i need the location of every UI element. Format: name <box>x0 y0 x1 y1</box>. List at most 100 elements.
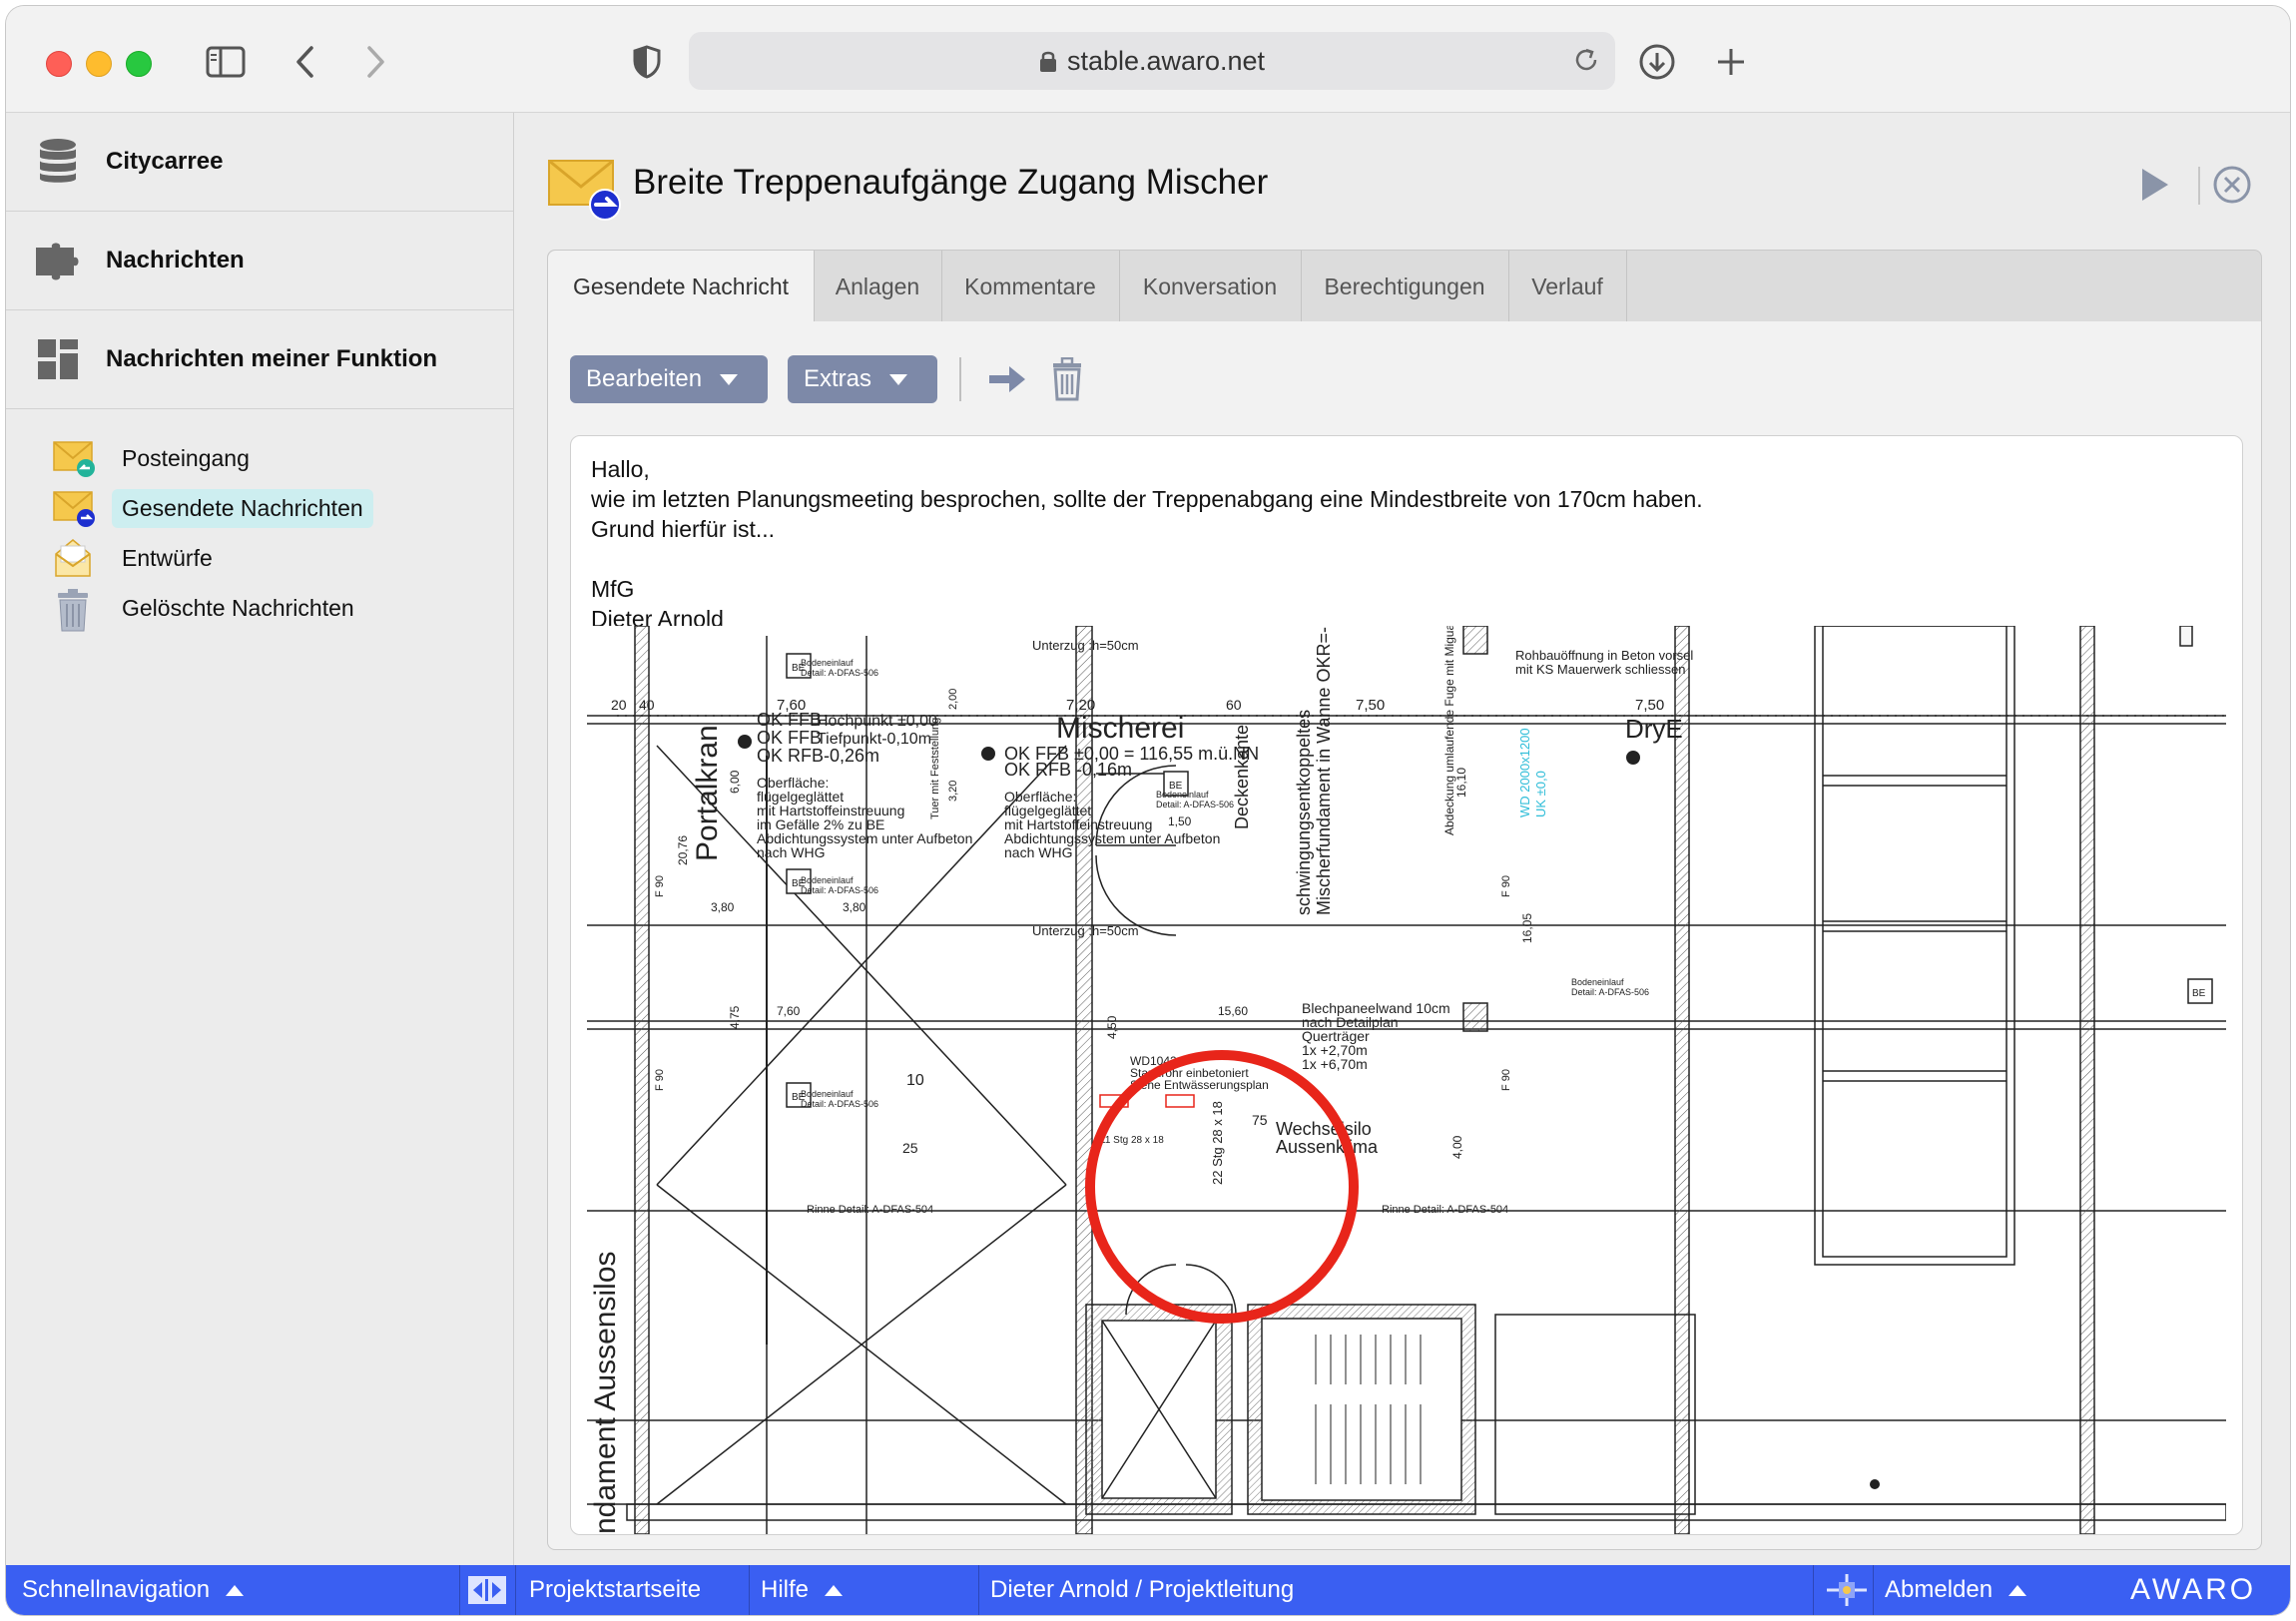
folder-label: Gesendete Nachrichten <box>112 488 373 528</box>
browser-window: stable.awaro.net Citycarree Nachrichten … <box>6 6 2290 1615</box>
sidebar-section-label: Citycarree <box>106 148 224 175</box>
footer-divider <box>978 1565 979 1615</box>
play-icon[interactable] <box>2138 165 2172 205</box>
toolbar-divider <box>959 357 961 401</box>
footer-divider <box>1873 1565 1874 1615</box>
plan-dimension: F 90 <box>1500 1069 1512 1091</box>
tab-kommentare[interactable]: Kommentare <box>941 251 1120 322</box>
trash-icon[interactable] <box>1051 357 1083 401</box>
sidebar-module-nachrichten[interactable]: Nachrichten <box>6 212 513 310</box>
message-line: Grund hierfür ist... <box>591 516 776 542</box>
projektstartseite-link[interactable]: Projektstartseite <box>529 1565 701 1615</box>
plan-label-be: BE <box>792 1092 806 1103</box>
plan-dimension: 4,75 <box>728 1005 742 1029</box>
extras-button[interactable]: Extras <box>788 355 937 403</box>
trash-icon <box>58 589 88 632</box>
plan-dimension: 7,50 <box>1635 697 1664 714</box>
plan-label-bodeneinlauf: Bodeneinlauf <box>801 658 854 668</box>
plan-dimension: 7,60 <box>777 697 806 714</box>
plan-label-be: BE <box>1169 781 1183 792</box>
network-icon[interactable] <box>1825 1565 1869 1615</box>
footer-bar: Schnellnavigation Projektstartseite Hilf… <box>6 1565 2290 1615</box>
chevron-up-icon <box>226 1584 245 1596</box>
reload-icon[interactable] <box>1571 45 1601 75</box>
plan-dimension: 7,20 <box>1066 697 1095 714</box>
download-icon[interactable] <box>1635 36 1679 88</box>
plan-label-be: BE <box>792 878 806 889</box>
plan-label-rohbau: mit KS Mauerwerk schliessen <box>1515 662 1686 677</box>
plan-dimension: 10 <box>906 1072 924 1089</box>
message-tabs: Gesendete Nachricht Anlagen Kommentare K… <box>547 250 2262 323</box>
draft-envelope-icon <box>55 539 91 577</box>
new-tab-icon[interactable] <box>1709 36 1753 88</box>
plan-label-deckenkante: Deckenkante <box>1232 725 1252 829</box>
browser-toolbar: stable.awaro.net <box>6 6 2290 113</box>
footer-divider <box>749 1565 750 1615</box>
sidebar-section-label: Nachrichten <box>106 247 245 273</box>
plan-label-bodeneinlauf: Bodeneinlauf <box>1156 790 1209 800</box>
plan-note: nach WHG <box>1004 844 1072 860</box>
sidebar-toggle-icon[interactable] <box>202 36 250 88</box>
forward-icon[interactable] <box>355 36 395 88</box>
sent-envelope-icon <box>53 491 95 527</box>
header-divider <box>2198 167 2200 205</box>
schnellnavigation-button[interactable]: Schnellnavigation <box>22 1565 245 1615</box>
plan-label-bodeneinlauf: Bodeneinlauf <box>1571 977 1624 987</box>
plan-label-be: BE <box>792 663 806 674</box>
minimize-window-button[interactable] <box>86 51 112 77</box>
plan-dimension: 75 <box>1252 1112 1268 1128</box>
folder-label: Posteingang <box>122 444 250 471</box>
plan-label-rinne: Rinne Detail: A-DFAS-504 <box>807 1204 933 1216</box>
plan-label-be: BE <box>2192 988 2206 999</box>
plan-label-unterzug: Unterzug :h=50cm <box>1032 638 1139 653</box>
message-line: MfG <box>591 576 635 602</box>
hilfe-button[interactable]: Hilfe <box>761 1565 844 1615</box>
zoom-window-button[interactable] <box>126 51 152 77</box>
message-text: Hallo, wie im letzten Planungsmeeting be… <box>591 454 1703 634</box>
user-info: Dieter Arnold / Projektleitung <box>990 1576 1295 1603</box>
plan-label-stair: 22 Stg 28 x 18 <box>1210 1101 1225 1185</box>
tab-verlauf[interactable]: Verlauf <box>1508 251 1627 322</box>
panel-toggle-icon[interactable] <box>467 1565 507 1615</box>
tab-gesendete-nachricht[interactable]: Gesendete Nachricht <box>548 251 815 323</box>
sidebar-section-label: Nachrichten meiner Funktion <box>106 345 438 372</box>
sidebar-project-citycarree[interactable]: Citycarree <box>6 113 513 212</box>
tab-anlagen[interactable]: Anlagen <box>814 251 942 322</box>
plan-label-dry: DryE <box>1625 714 1683 744</box>
plan-label-mischerei: Mischerei <box>1056 712 1184 745</box>
schnellnavigation-label: Schnellnavigation <box>22 1576 211 1603</box>
plan-label-portalkran: Portalkran <box>691 725 724 861</box>
plan-label-mischerfundament: Mischerfundament in Wanne OKR=-1,60m <box>1314 626 1334 915</box>
plan-label-fundament: ndament Aussensilos <box>589 1251 622 1534</box>
address-bar[interactable]: stable.awaro.net <box>689 32 1615 90</box>
plan-label-wechselsilo: Aussenklima <box>1276 1137 1379 1157</box>
sidebar-nachrichten-meiner-funktion[interactable]: Nachrichten meiner Funktion <box>6 310 513 409</box>
plan-dimension: 3,20 <box>947 781 959 802</box>
plan-dimension: 40 <box>639 697 655 713</box>
folder-label: Entwürfe <box>122 544 213 571</box>
message-line <box>591 544 1703 574</box>
plan-dimension: 6,00 <box>728 770 742 794</box>
database-icon <box>40 139 76 183</box>
close-window-button[interactable] <box>46 51 72 77</box>
chevron-down-icon <box>889 373 908 385</box>
close-icon[interactable] <box>2212 165 2252 205</box>
plan-dimension: 60 <box>1226 697 1242 713</box>
inbox-envelope-icon <box>53 441 95 477</box>
forward-arrow-icon[interactable] <box>987 363 1027 395</box>
plan-label-bodeneinlauf-detail: Detail: A-DFAS-506 <box>801 1099 878 1109</box>
tab-berechtigungen[interactable]: Berechtigungen <box>1301 251 1509 322</box>
plan-dimension: 1,50 <box>1168 814 1192 828</box>
plan-label-mischerei-rfb: OK RFB -0,16m <box>1004 760 1132 780</box>
back-icon[interactable] <box>286 36 325 88</box>
chevron-up-icon <box>825 1584 844 1596</box>
message-title: Breite Treppenaufgänge Zugang Mischer <box>633 163 1269 202</box>
tab-konversation[interactable]: Konversation <box>1119 251 1302 322</box>
awaro-logo: AWARO <box>2130 1573 2257 1606</box>
abmelden-button[interactable]: Abmelden <box>1885 1565 2027 1615</box>
plan-note: nach WHG <box>757 844 825 860</box>
plan-label-bodeneinlauf-detail: Detail: A-DFAS-506 <box>801 668 878 678</box>
shield-icon[interactable] <box>627 36 667 88</box>
bearbeiten-button[interactable]: Bearbeiten <box>570 355 768 403</box>
plan-label-ok-ffb-2: OK FFB <box>757 728 822 748</box>
